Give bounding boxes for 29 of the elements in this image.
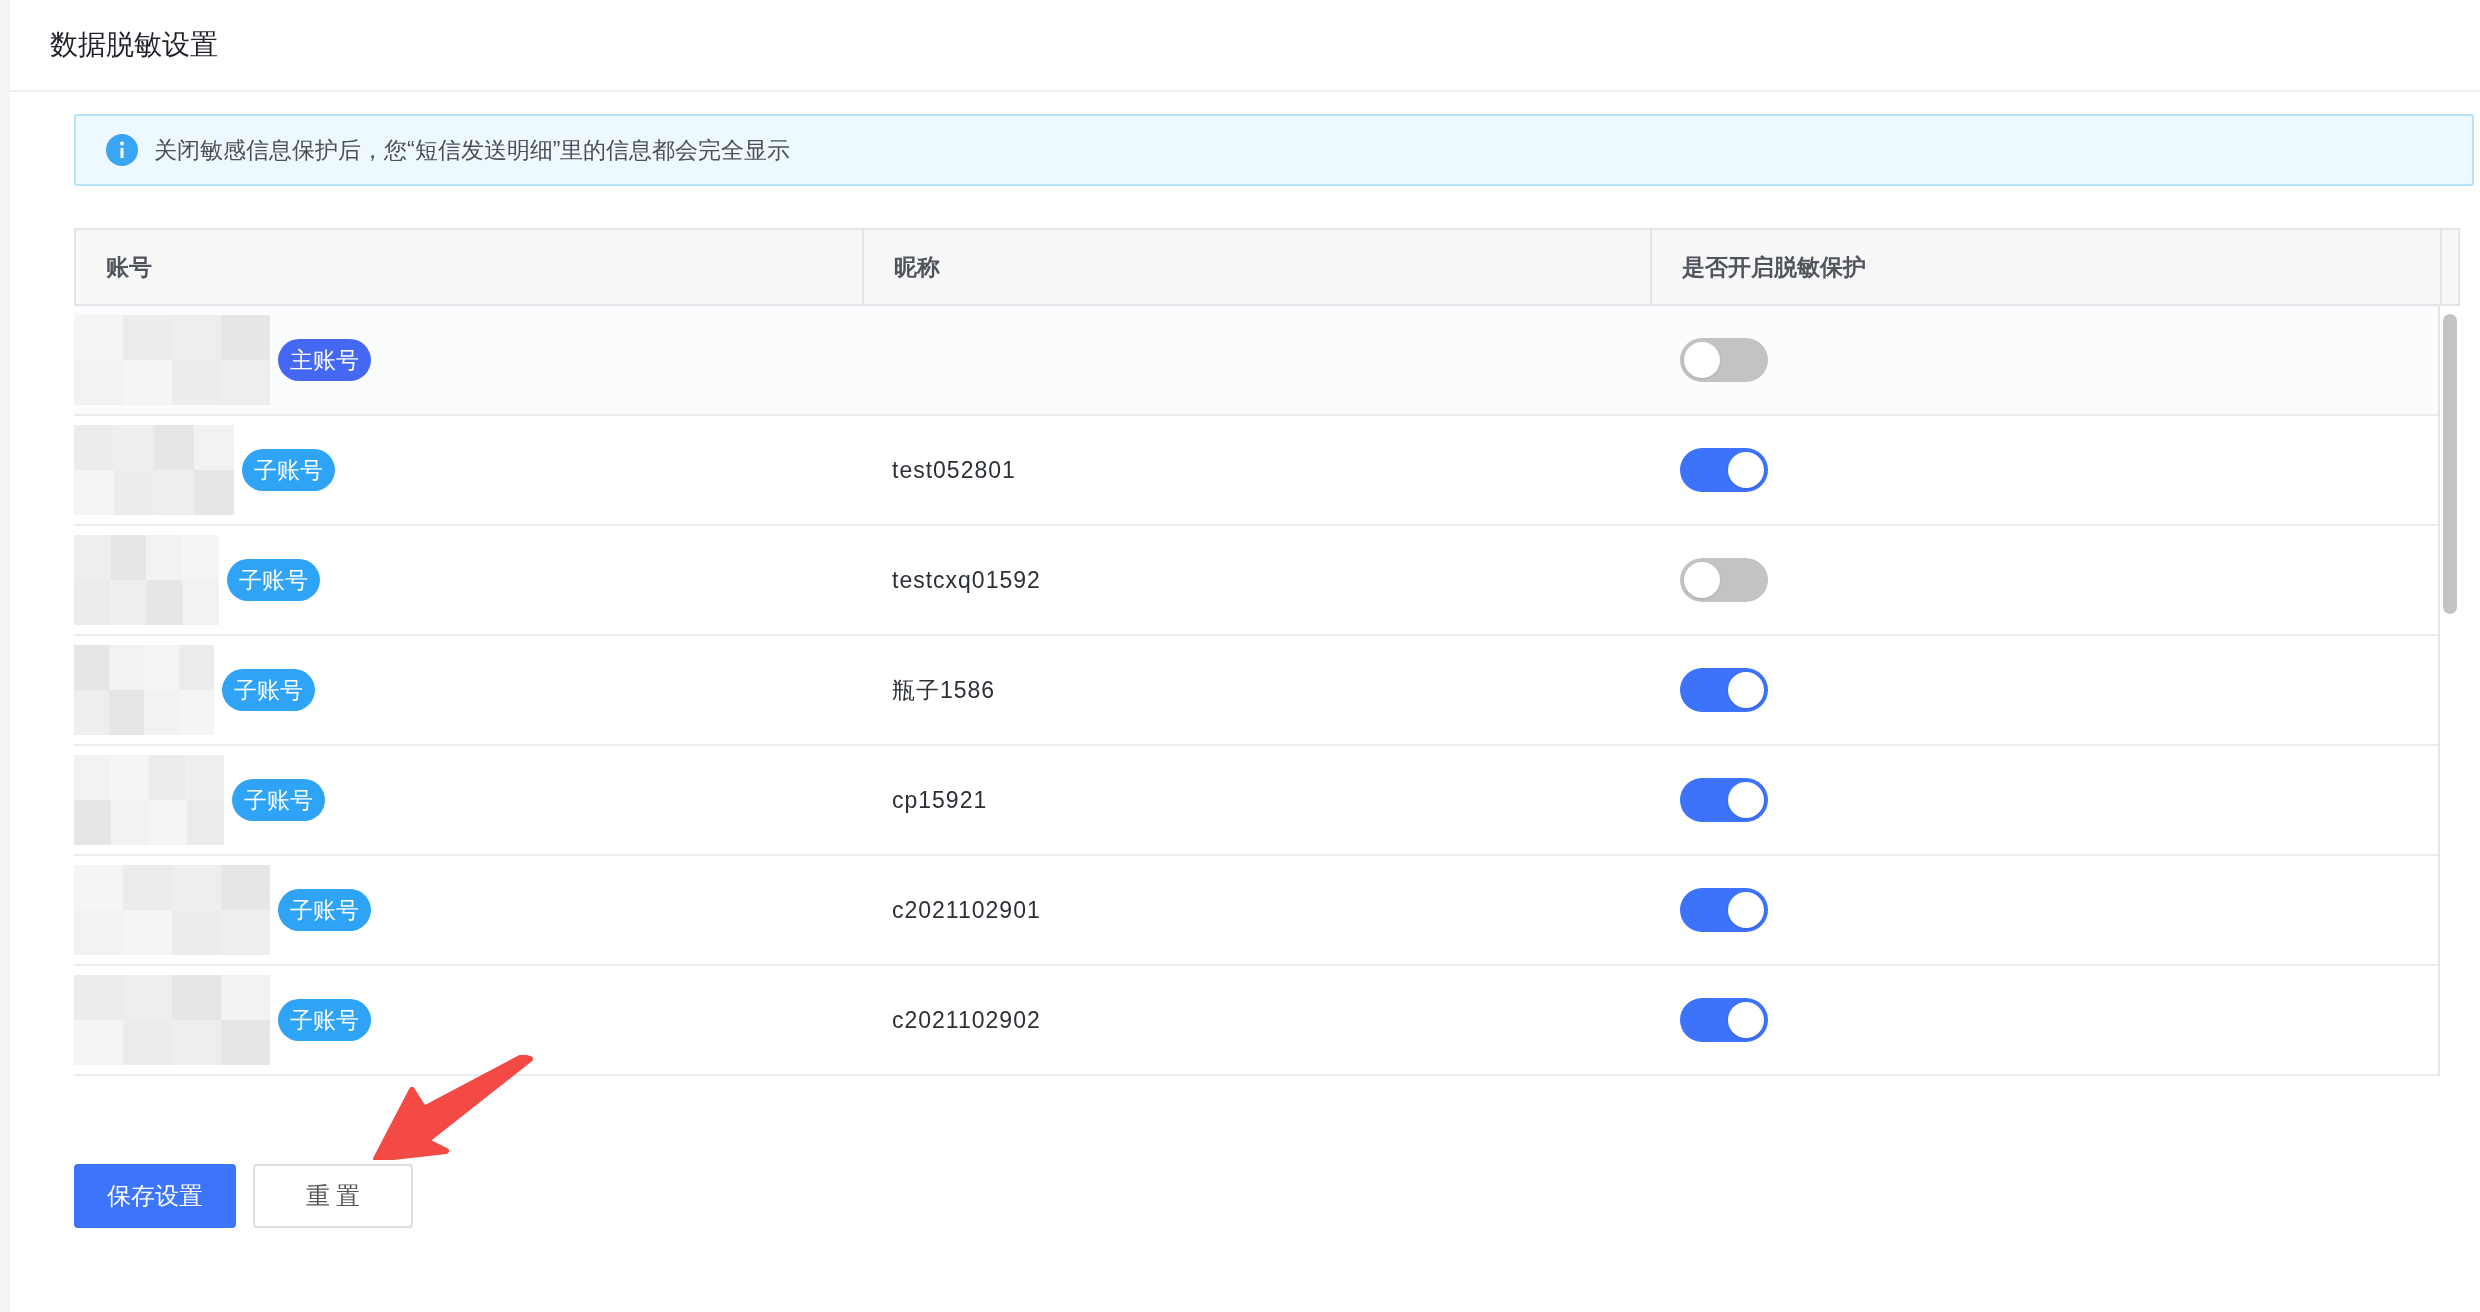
toggle-switch[interactable] (1680, 448, 1768, 492)
nickname-text: cp15921 (892, 785, 988, 815)
reset-button[interactable]: 重 置 (253, 1164, 413, 1228)
toggle-switch[interactable] (1680, 668, 1768, 712)
column-header: 账号 (106, 252, 152, 282)
nickname-text: c2021102902 (892, 1005, 1041, 1035)
toggle-switch[interactable] (1680, 558, 1768, 602)
info-text: 关闭敏感信息保护后，您“短信发送明细”里的信息都会完全显示 (154, 135, 791, 165)
column-header: 昵称 (894, 252, 940, 282)
account-type-badge: 子账号 (222, 669, 315, 711)
info-icon (106, 134, 138, 166)
account-type-badge: 子账号 (278, 889, 371, 931)
account-type-badge: 主账号 (278, 339, 371, 381)
account-type-badge: 子账号 (232, 779, 325, 821)
nickname-text: 瓶子1586 (892, 675, 996, 705)
save-button[interactable]: 保存设置 (74, 1164, 236, 1228)
toggle-switch[interactable] (1680, 338, 1768, 382)
nickname-text: test052801 (892, 455, 1016, 485)
scrollbar-thumb[interactable] (2443, 314, 2457, 614)
page-title: 数据脱敏设置 (50, 28, 218, 62)
nickname-text: testcxq01592 (892, 565, 1041, 595)
toggle-switch[interactable] (1680, 888, 1768, 932)
column-header: 是否开启脱敏保护 (1682, 252, 1866, 282)
account-type-badge: 子账号 (278, 999, 371, 1041)
toggle-switch[interactable] (1680, 998, 1768, 1042)
account-type-badge: 子账号 (227, 559, 320, 601)
toggle-switch[interactable] (1680, 778, 1768, 822)
account-type-badge: 子账号 (242, 449, 335, 491)
nickname-text: c2021102901 (892, 895, 1041, 925)
